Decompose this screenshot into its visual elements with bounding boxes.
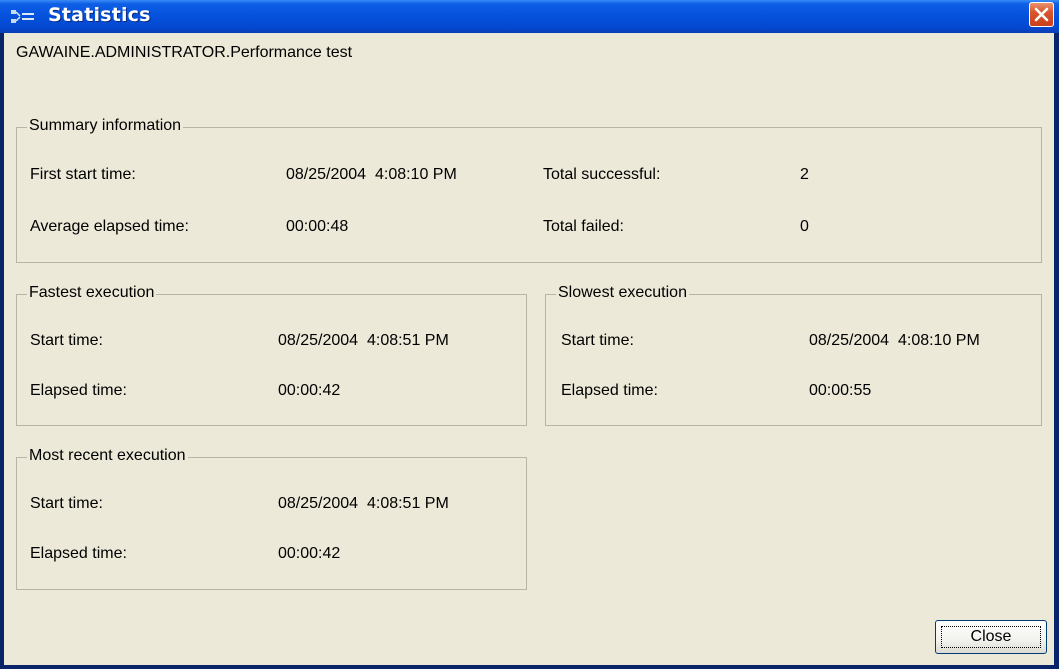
fastest-legend: Fastest execution	[27, 284, 157, 302]
summary-group: Summary information First start time: 08…	[16, 117, 1042, 263]
close-icon	[1034, 7, 1049, 22]
recent-group: Most recent execution Start time: 08/25/…	[16, 447, 527, 590]
recent-elapsed-label: Elapsed time:	[30, 545, 127, 562]
slowest-start-label: Start time:	[561, 332, 634, 349]
test-name-heading: GAWAINE.ADMINISTRATOR.Performance test	[16, 44, 353, 61]
fastest-elapsed-value: 00:00:42	[278, 382, 341, 399]
slowest-elapsed-label: Elapsed time:	[561, 382, 658, 399]
fastest-start-label: Start time:	[30, 332, 103, 349]
total-failed-value: 0	[800, 218, 809, 235]
slowest-elapsed-value: 00:00:55	[809, 382, 872, 399]
slowest-group: Slowest execution Start time: 08/25/2004…	[545, 284, 1042, 426]
close-window-button[interactable]	[1029, 2, 1054, 27]
fastest-elapsed-label: Elapsed time:	[30, 382, 127, 399]
close-button[interactable]: Close	[935, 620, 1047, 654]
total-successful-label: Total successful:	[543, 166, 661, 183]
statistics-window: Statistics GAWAINE.ADMINISTRATOR.Perform…	[0, 0, 1059, 669]
recent-elapsed-value: 00:00:42	[278, 545, 341, 562]
first-start-label: First start time:	[30, 166, 136, 183]
statistics-window-icon	[11, 9, 35, 25]
fastest-group: Fastest execution Start time: 08/25/2004…	[16, 284, 527, 426]
recent-start-label: Start time:	[30, 495, 103, 512]
recent-start-value: 08/25/2004 4:08:51 PM	[278, 495, 449, 512]
summary-legend: Summary information	[27, 117, 184, 135]
recent-legend: Most recent execution	[27, 447, 188, 465]
title-bar[interactable]: Statistics	[0, 0, 1059, 33]
first-start-value: 08/25/2004 4:08:10 PM	[286, 166, 457, 183]
total-successful-value: 2	[800, 166, 809, 183]
slowest-legend: Slowest execution	[556, 284, 689, 302]
avg-elapsed-label: Average elapsed time:	[30, 218, 189, 235]
avg-elapsed-value: 00:00:48	[286, 218, 349, 235]
slowest-start-value: 08/25/2004 4:08:10 PM	[809, 332, 980, 349]
fastest-start-value: 08/25/2004 4:08:51 PM	[278, 332, 449, 349]
window-title: Statistics	[48, 4, 151, 26]
total-failed-label: Total failed:	[543, 218, 624, 235]
close-button-label: Close	[941, 626, 1041, 648]
